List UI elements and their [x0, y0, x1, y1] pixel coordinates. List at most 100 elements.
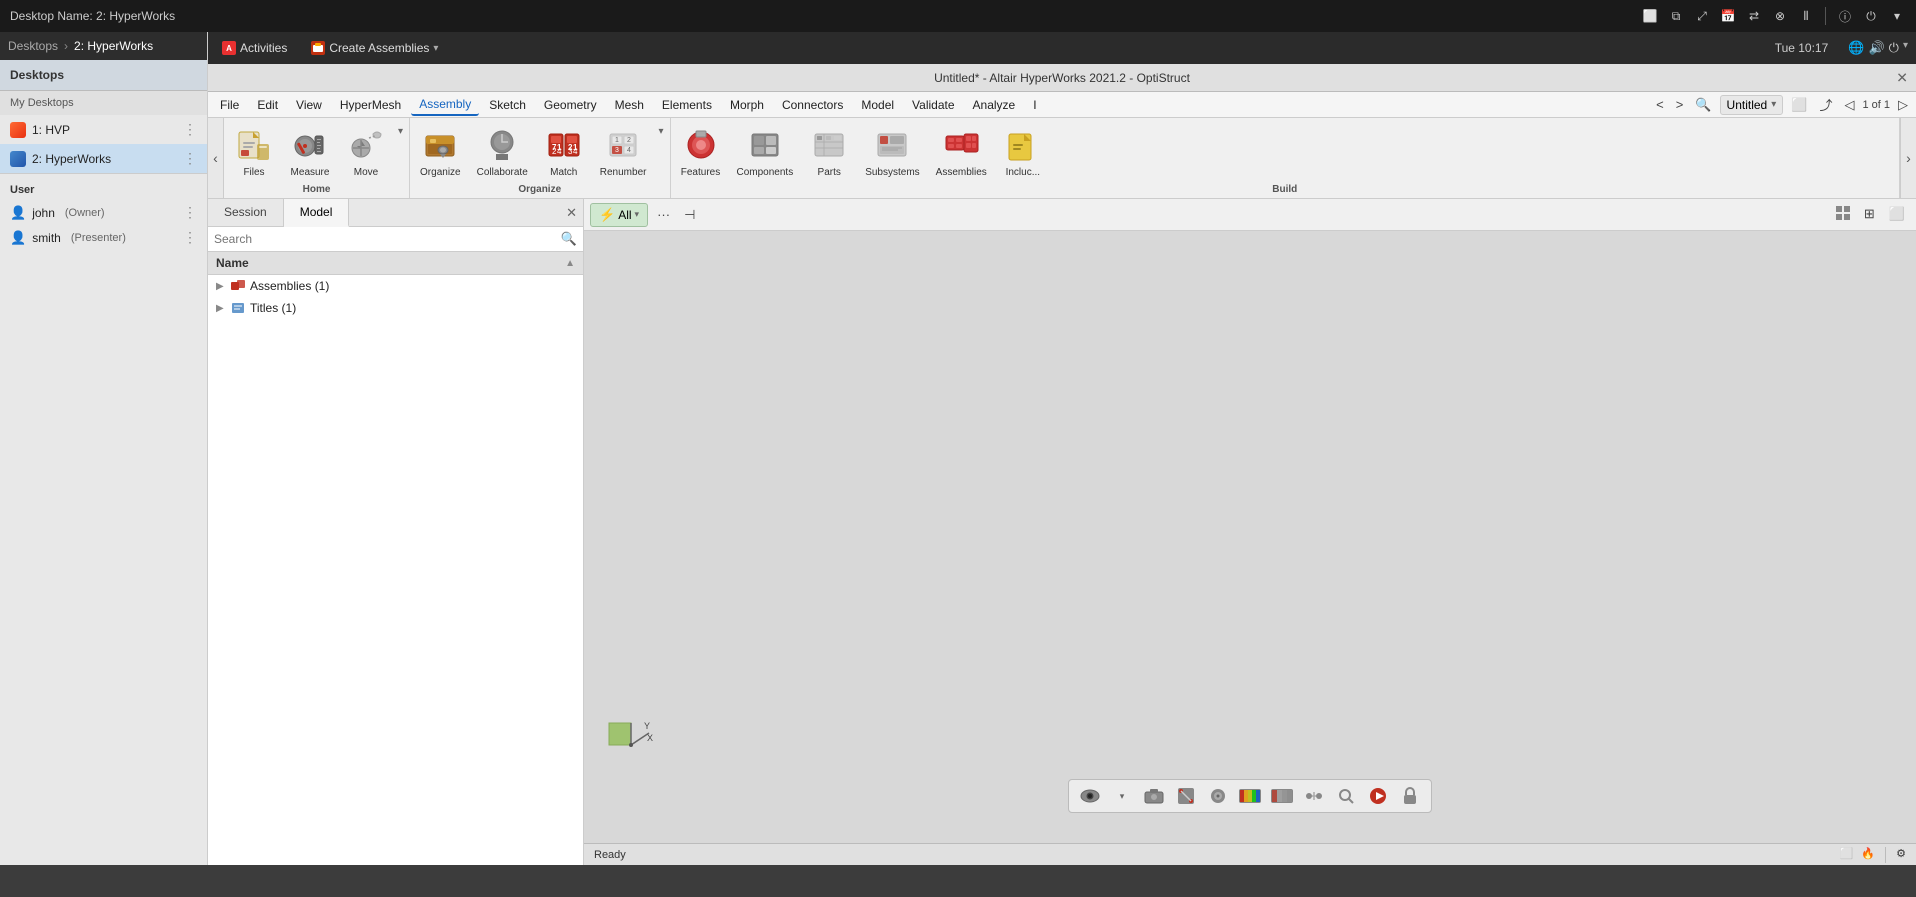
ribbon-expand-home[interactable]: ▾ [396, 124, 405, 139]
ribbon-item-measure[interactable]: Measure [284, 122, 336, 182]
hw-menu-icon[interactable]: ⋮ [183, 150, 197, 167]
resize-icon[interactable]: ⤢ [1693, 7, 1711, 25]
system-dropdown-icon[interactable]: ▾ [1903, 40, 1908, 56]
ribbon-item-assemblies[interactable]: Assemblies [930, 122, 993, 182]
copy-icon[interactable]: ⧉ [1667, 7, 1685, 25]
ribbon-scroll-left[interactable]: ‹ [208, 118, 224, 198]
tree-expand-titles[interactable]: ▶ [216, 303, 226, 314]
filter-dropdown[interactable]: ▾ [635, 209, 640, 220]
monitor-icon[interactable]: ⬜ [1641, 7, 1659, 25]
menu-more[interactable]: I [1025, 95, 1044, 115]
ribbon-expand-organize[interactable]: ▾ [656, 124, 665, 139]
window-close-button[interactable]: ✕ [1896, 69, 1908, 86]
tab-model[interactable]: Model [284, 199, 350, 227]
ribbon-item-organize[interactable]: Organize [414, 122, 467, 182]
tree-item-titles[interactable]: ▶ Titles (1) [208, 297, 583, 319]
ribbon-item-features[interactable]: Features [675, 122, 727, 182]
altair-logo: A [222, 41, 236, 55]
menu-assembly[interactable]: Assembly [411, 94, 479, 116]
search-icon[interactable]: 🔍 [561, 231, 577, 247]
tree-item-assemblies[interactable]: ▶ Assemblies (1) [208, 275, 583, 297]
tree-expand-assemblies[interactable]: ▶ [216, 281, 226, 292]
ribbon-item-parts[interactable]: Parts [803, 122, 855, 182]
play-icon[interactable] [1365, 783, 1391, 809]
tree-sort-icon[interactable]: ▲ [565, 258, 575, 269]
search-input[interactable] [214, 232, 557, 246]
ribbon-item-files[interactable]: Files [228, 122, 280, 182]
user-john-menu[interactable]: ⋮ [183, 204, 197, 221]
transform-icon[interactable] [1173, 783, 1199, 809]
nav-forward-icon[interactable]: > [1672, 95, 1688, 114]
hvp-menu-icon[interactable]: ⋮ [183, 121, 197, 138]
user-smith-menu[interactable]: ⋮ [183, 229, 197, 246]
grid-view-icon[interactable] [1831, 203, 1855, 226]
menu-elements[interactable]: Elements [654, 95, 720, 115]
desktop-item-hvp[interactable]: 1: HVP ⋮ [0, 115, 207, 144]
desktop-item-hyperworks[interactable]: 2: HyperWorks ⋮ [0, 144, 207, 173]
info-icon[interactable]: ⓘ [1836, 7, 1854, 25]
kinematic-icon[interactable] [1301, 783, 1327, 809]
network-icon[interactable]: ⇄ [1745, 7, 1763, 25]
settings-icon[interactable]: ⚙ [1896, 847, 1906, 863]
volume-icon-top[interactable]: 🔊 [1868, 40, 1884, 56]
create-assemblies-button[interactable]: Create Assemblies ▾ [305, 39, 444, 57]
settings2-icon[interactable] [1205, 783, 1231, 809]
layout-icon[interactable]: ⊞ [1859, 203, 1880, 226]
eye-icon[interactable] [1077, 783, 1103, 809]
ribbon-item-components[interactable]: Components [731, 122, 800, 182]
menu-geometry[interactable]: Geometry [536, 95, 605, 115]
create-assemblies-dropdown[interactable]: ▾ [433, 43, 438, 54]
menu-validate[interactable]: Validate [904, 95, 962, 115]
tab-name-box[interactable]: Untitled ▾ [1720, 95, 1784, 115]
status-icon2[interactable]: 🔥 [1861, 847, 1875, 863]
menu-hypermesh[interactable]: HyperMesh [332, 95, 409, 115]
menu-connectors[interactable]: Connectors [774, 95, 851, 115]
color-bar-icon[interactable] [1237, 783, 1263, 809]
panel-close-button[interactable]: ✕ [566, 205, 577, 221]
ribbon-item-renumber[interactable]: 1 2 3 4 Renumber [594, 122, 653, 182]
menu-sketch[interactable]: Sketch [481, 95, 534, 115]
calendar-icon[interactable]: 📅 [1719, 7, 1737, 25]
tab-session[interactable]: Session [208, 199, 284, 226]
ribbon-item-collaborate[interactable]: Collaborate [471, 122, 534, 182]
desktops-breadcrumb[interactable]: Desktops [8, 39, 58, 53]
collaborate-icon [482, 125, 522, 165]
activities-button[interactable]: A Activities [216, 39, 293, 57]
ribbon-item-subsystems[interactable]: Subsystems [859, 122, 925, 182]
menu-edit[interactable]: Edit [249, 95, 286, 115]
search2-icon[interactable] [1333, 783, 1359, 809]
export-icon[interactable]: ⤴ [1815, 93, 1836, 116]
menu-morph[interactable]: Morph [722, 95, 772, 115]
menu-analyze[interactable]: Analyze [965, 95, 1024, 115]
menu-file[interactable]: File [212, 95, 247, 115]
ribbon-scroll-right[interactable]: › [1900, 118, 1916, 198]
menu-view[interactable]: View [288, 95, 330, 115]
person-icon-john: 👤 [10, 205, 26, 221]
bars-icon[interactable]: ⦀ [1797, 7, 1815, 25]
color-bar2-icon[interactable] [1269, 783, 1295, 809]
cancel-icon[interactable]: ⊗ [1771, 7, 1789, 25]
nav-back-icon[interactable]: < [1652, 95, 1668, 114]
power-icon[interactable]: ⏻ [1862, 7, 1880, 25]
next-tab-icon[interactable]: ▷ [1894, 95, 1912, 115]
dropdown-icon[interactable]: ▾ [1888, 7, 1906, 25]
tab-name-dropdown[interactable]: ▾ [1771, 99, 1776, 110]
menu-model[interactable]: Model [853, 95, 902, 115]
ribbon-item-include[interactable]: Incluc... [997, 122, 1049, 182]
new-tab-icon[interactable]: ⬜ [1787, 95, 1811, 115]
menu-mesh[interactable]: Mesh [607, 95, 652, 115]
dropdown-eye-icon[interactable]: ▾ [1109, 783, 1135, 809]
status-icon1[interactable]: ⬜ [1840, 847, 1854, 863]
ribbon-item-match[interactable]: 7 1 2 4 2 1 3 4 Match [538, 122, 590, 182]
filter-all-button[interactable]: ⚡ All ▾ [590, 203, 648, 227]
ribbon-item-move[interactable]: Move [340, 122, 392, 182]
camera-icon[interactable] [1141, 783, 1167, 809]
power-icon-top[interactable]: ⏻ [1889, 40, 1899, 56]
lock-icon[interactable] [1397, 783, 1423, 809]
prev-tab-icon[interactable]: ◁ [1840, 95, 1858, 115]
viewport-nav-button[interactable]: ⊣ [679, 204, 700, 226]
single-view-icon[interactable]: ⬜ [1884, 203, 1910, 226]
viewport-more-button[interactable]: ··· [652, 204, 675, 225]
search-icon[interactable]: 🔍 [1691, 95, 1715, 115]
network-icon-top[interactable]: 🌐 [1848, 40, 1864, 56]
